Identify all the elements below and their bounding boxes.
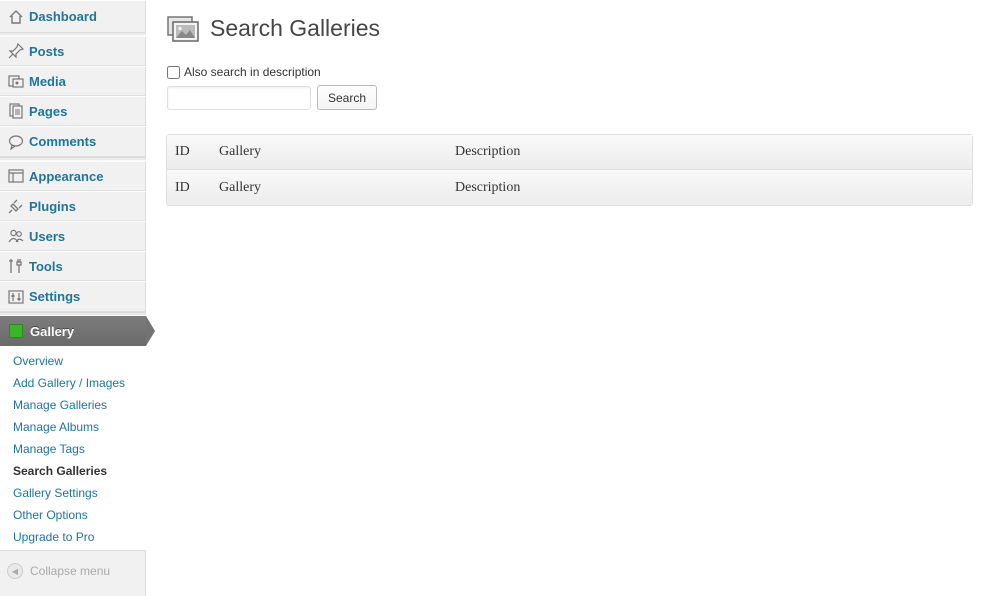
submenu-manage-albums[interactable]: Manage Albums xyxy=(0,416,146,438)
sidebar-item-label: Gallery xyxy=(30,323,75,339)
sidebar-item-settings[interactable]: Settings xyxy=(0,281,146,312)
sidebar-item-label: Appearance xyxy=(29,168,104,184)
sidebar-item-dashboard[interactable]: Dashboard xyxy=(0,0,146,33)
table-header-row: ID Gallery Description xyxy=(167,135,972,170)
sidebar-item-gallery[interactable]: Gallery xyxy=(0,316,155,346)
pin-icon xyxy=(8,43,24,59)
tools-icon xyxy=(8,258,24,274)
sidebar-item-media[interactable]: Media xyxy=(0,66,146,96)
sidebar-item-users[interactable]: Users xyxy=(0,221,146,251)
submenu-gallery-settings[interactable]: Gallery Settings xyxy=(0,482,146,504)
submenu-overview[interactable]: Overview xyxy=(0,350,146,372)
submenu-upgrade-to-pro[interactable]: Upgrade to Pro xyxy=(0,526,146,548)
gallery-submenu: Overview Add Gallery / Images Manage Gal… xyxy=(0,346,146,551)
settings-icon xyxy=(8,289,24,305)
appearance-icon xyxy=(8,168,24,184)
sidebar-item-label: Users xyxy=(29,228,66,244)
main-content: Search Galleries Also search in descript… xyxy=(147,0,989,596)
sidebar-item-tools[interactable]: Tools xyxy=(0,251,146,281)
table-footer-row: ID Gallery Description xyxy=(167,170,972,205)
sidebar-item-appearance[interactable]: Appearance xyxy=(0,161,146,191)
sidebar-item-label: Plugins xyxy=(29,198,76,214)
sidebar-item-comments[interactable]: Comments xyxy=(0,126,146,157)
pages-icon xyxy=(8,103,24,119)
submenu-manage-galleries[interactable]: Manage Galleries xyxy=(0,394,146,416)
column-footer-description[interactable]: Description xyxy=(455,170,972,205)
submenu-other-options[interactable]: Other Options xyxy=(0,504,146,526)
gallery-icon xyxy=(9,324,23,338)
sidebar-item-label: Media xyxy=(29,73,66,89)
sidebar-item-label: Comments xyxy=(29,134,97,149)
column-header-description[interactable]: Description xyxy=(455,135,972,170)
results-table: ID Gallery Description ID Gallery Descri… xyxy=(166,134,973,206)
search-description-label: Also search in description xyxy=(184,65,321,79)
column-footer-id[interactable]: ID xyxy=(167,170,219,205)
search-button[interactable]: Search xyxy=(317,85,377,110)
column-footer-gallery[interactable]: Gallery xyxy=(219,170,455,205)
sidebar-item-label: Pages xyxy=(29,103,68,119)
collapse-menu-label: Collapse menu xyxy=(30,564,111,578)
sidebar-item-posts[interactable]: Posts xyxy=(0,36,146,66)
column-header-id[interactable]: ID xyxy=(167,135,219,170)
admin-sidebar: Dashboard Posts Media Pages Comments App… xyxy=(0,0,155,596)
sidebar-item-label: Dashboard xyxy=(29,9,97,24)
sidebar-item-label: Posts xyxy=(29,43,65,59)
collapse-arrow-icon: ◀ xyxy=(7,563,23,579)
page-title: Search Galleries xyxy=(210,15,381,41)
dashboard-icon xyxy=(8,9,24,25)
submenu-manage-tags[interactable]: Manage Tags xyxy=(0,438,146,460)
users-icon xyxy=(8,228,24,244)
column-header-gallery[interactable]: Gallery xyxy=(219,135,455,170)
search-description-checkbox[interactable] xyxy=(167,66,180,79)
submenu-add-gallery-images[interactable]: Add Gallery / Images xyxy=(0,372,146,394)
comment-icon xyxy=(8,134,24,150)
submenu-search-galleries[interactable]: Search Galleries xyxy=(0,460,146,482)
sidebar-item-label: Settings xyxy=(29,289,81,304)
media-icon xyxy=(8,73,24,89)
sidebar-item-plugins[interactable]: Plugins xyxy=(0,191,146,221)
sidebar-item-pages[interactable]: Pages xyxy=(0,96,146,126)
sidebar-item-label: Tools xyxy=(29,258,63,274)
search-input[interactable] xyxy=(167,86,311,110)
gallery-page-icon xyxy=(167,16,199,42)
plug-icon xyxy=(8,198,24,214)
collapse-menu-button[interactable]: ◀ Collapse menu xyxy=(0,559,146,583)
